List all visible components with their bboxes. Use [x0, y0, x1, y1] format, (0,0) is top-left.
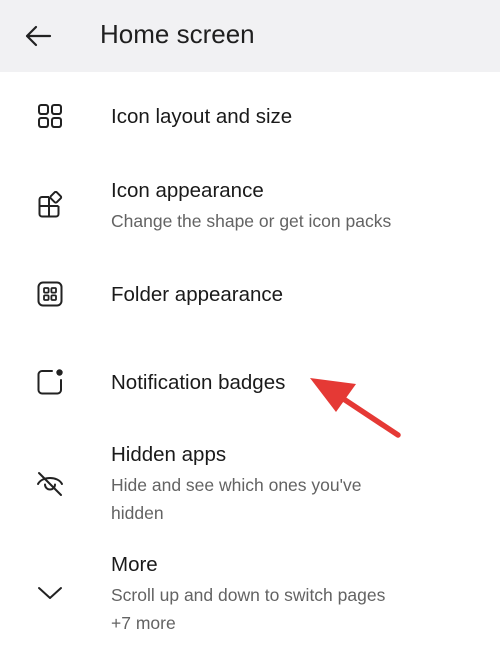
setting-icon-layout-and-size[interactable]: Icon layout and size: [0, 96, 500, 140]
setting-more[interactable]: More Scroll up and down to switch pages …: [0, 548, 500, 640]
shape-squares-icon: [34, 189, 66, 221]
setting-subtitle: Change the shape or get icon packs: [111, 211, 392, 231]
setting-subtitle: Scroll up and down to switch pages: [111, 585, 386, 605]
setting-notification-badges[interactable]: Notification badges: [0, 362, 500, 406]
back-button[interactable]: [18, 16, 58, 56]
top-app-bar: Home screen: [0, 0, 500, 72]
setting-title: Notification badges: [111, 371, 286, 394]
folder-grid-icon: [34, 278, 66, 310]
setting-title: Icon appearance: [111, 179, 264, 202]
eye-off-icon: [34, 468, 66, 500]
setting-title: Folder appearance: [111, 283, 284, 306]
setting-title: More: [111, 553, 158, 576]
setting-title: Hidden apps: [111, 443, 227, 466]
setting-folder-appearance[interactable]: Folder appearance: [0, 274, 500, 318]
setting-title: Icon layout and size: [111, 105, 293, 128]
more-count: +7 more: [111, 613, 176, 633]
grid-four-squares-icon: [34, 100, 66, 132]
arrow-left-icon: [25, 25, 52, 47]
setting-hidden-apps[interactable]: Hidden apps Hide and see which ones you'…: [0, 438, 500, 530]
setting-subtitle: Hide and see which ones you've hidden: [111, 475, 362, 523]
page-title: Home screen: [100, 19, 255, 49]
chevron-down-icon: [34, 577, 66, 609]
setting-icon-appearance[interactable]: Icon appearance Change the shape or get …: [0, 174, 500, 238]
notification-badge-icon: [34, 366, 66, 398]
